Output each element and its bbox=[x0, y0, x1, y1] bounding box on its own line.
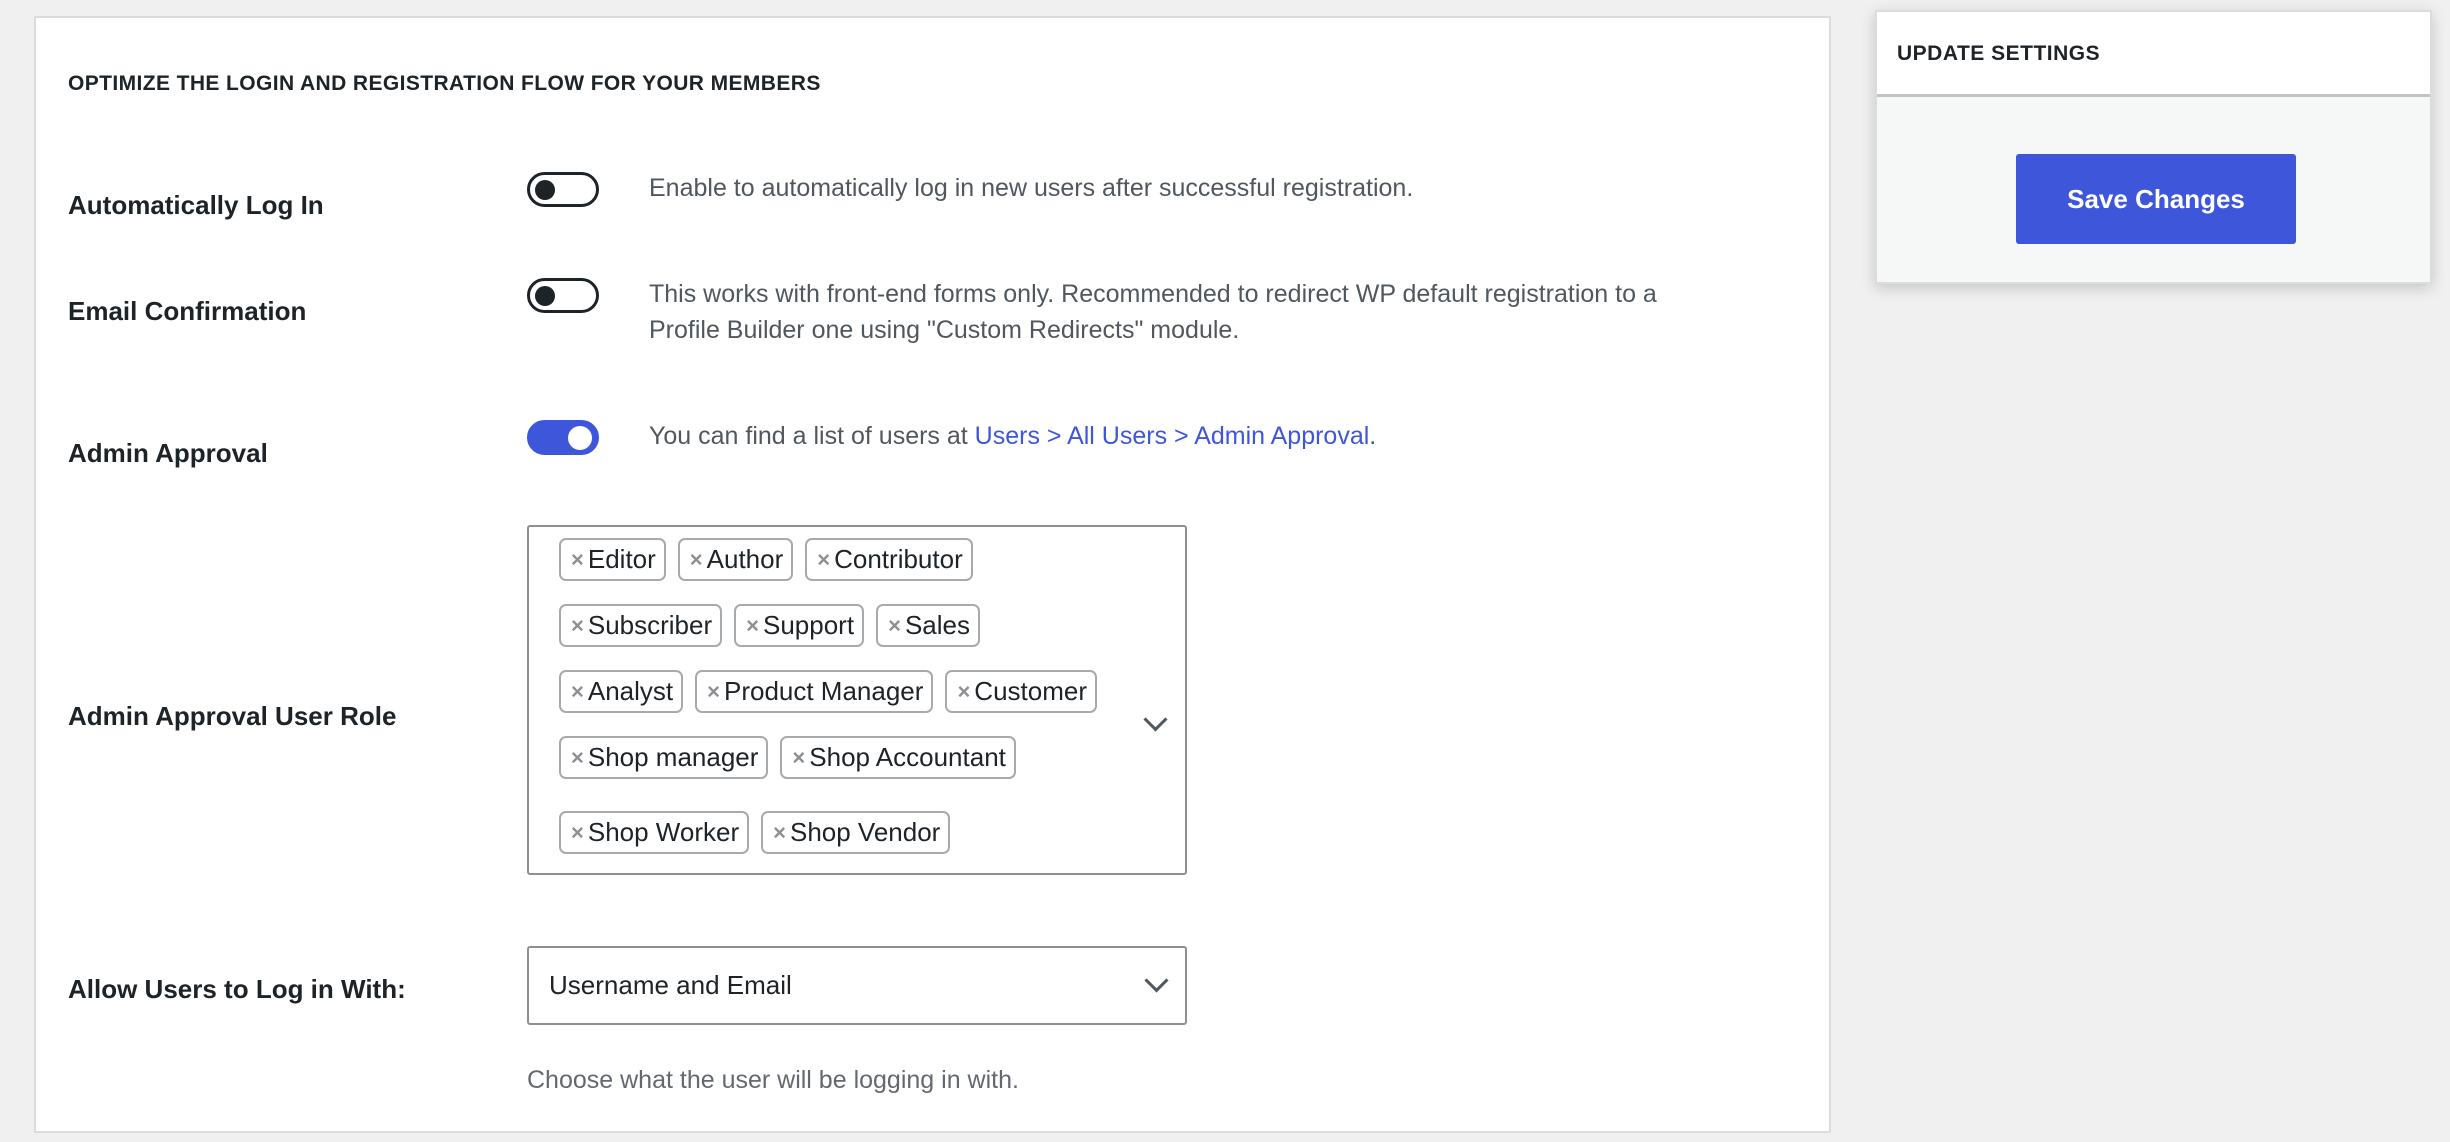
admin-approval-user-role-label: Admin Approval User Role bbox=[68, 701, 397, 731]
remove-icon[interactable]: × bbox=[746, 613, 759, 639]
admin-approval-description-suffix: . bbox=[1369, 422, 1377, 450]
remove-icon[interactable]: × bbox=[571, 820, 584, 846]
auto-login-toggle[interactable] bbox=[527, 172, 599, 207]
tag-label: Support bbox=[763, 610, 855, 640]
admin-approval-description: You can find a list of users at Users > … bbox=[649, 418, 1376, 454]
remove-icon[interactable]: × bbox=[707, 679, 720, 705]
chevron-down-icon[interactable] bbox=[1143, 707, 1168, 732]
admin-approval-users-link[interactable]: Users > All Users > Admin Approval bbox=[975, 422, 1370, 450]
tag-row: × Subscriber × Support × Sales bbox=[559, 604, 980, 647]
remove-icon[interactable]: × bbox=[571, 547, 584, 573]
login-with-selected-value: Username and Email bbox=[549, 970, 792, 1000]
email-confirmation-description-line2: Profile Builder one using "Custom Redire… bbox=[649, 316, 1240, 344]
role-tag-product-manager: × Product Manager bbox=[695, 670, 934, 713]
update-settings-header: UPDATE SETTINGS bbox=[1877, 12, 2430, 97]
update-settings-box: UPDATE SETTINGS Save Changes bbox=[1875, 10, 2432, 284]
remove-icon[interactable]: × bbox=[888, 613, 901, 639]
role-tag-author: × Author bbox=[677, 538, 794, 581]
tag-label: Shop Worker bbox=[587, 817, 740, 847]
role-tag-shop-manager: × Shop manager bbox=[559, 736, 769, 779]
role-tag-customer: × Customer bbox=[945, 670, 1097, 713]
save-changes-button[interactable]: Save Changes bbox=[2016, 154, 2296, 244]
auto-login-label: Automatically Log In bbox=[68, 190, 324, 220]
toggle-knob bbox=[535, 180, 555, 200]
remove-icon[interactable]: × bbox=[817, 547, 830, 573]
remove-icon[interactable]: × bbox=[792, 745, 805, 771]
remove-icon[interactable]: × bbox=[571, 613, 584, 639]
admin-approval-description-prefix: You can find a list of users at bbox=[649, 422, 975, 450]
remove-icon[interactable]: × bbox=[571, 679, 584, 705]
remove-icon[interactable]: × bbox=[690, 547, 703, 573]
tag-label: Analyst bbox=[587, 676, 674, 706]
email-confirmation-toggle[interactable] bbox=[527, 278, 599, 313]
email-confirmation-description: This works with front-end forms only. Re… bbox=[649, 276, 1657, 348]
tag-row: × Editor × Author × Contributor bbox=[559, 538, 973, 581]
role-tag-shop-worker: × Shop Worker bbox=[559, 811, 750, 854]
tag-label: Shop Accountant bbox=[809, 742, 1006, 772]
tag-label: Product Manager bbox=[723, 676, 924, 706]
login-with-select[interactable]: Username and Email bbox=[527, 946, 1187, 1025]
role-tag-subscriber: × Subscriber bbox=[559, 604, 723, 647]
chevron-down-icon bbox=[1144, 968, 1169, 993]
tag-row: × Shop Worker × Shop Vendor bbox=[559, 811, 951, 854]
tag-label: Editor bbox=[587, 544, 656, 574]
settings-card: OPTIMIZE THE LOGIN AND REGISTRATION FLOW… bbox=[34, 16, 1831, 1133]
role-tag-shop-vendor: × Shop Vendor bbox=[761, 811, 951, 854]
remove-icon[interactable]: × bbox=[571, 745, 584, 771]
role-tag-support: × Support bbox=[734, 604, 865, 647]
tag-label: Customer bbox=[974, 676, 1087, 706]
email-confirmation-label: Email Confirmation bbox=[68, 296, 307, 326]
admin-approval-label: Admin Approval bbox=[68, 438, 268, 468]
user-role-multiselect[interactable]: × Editor × Author × Contributor × Subscriber… bbox=[527, 525, 1187, 875]
remove-icon[interactable]: × bbox=[957, 679, 970, 705]
role-tag-shop-accountant: × Shop Accountant bbox=[780, 736, 1016, 779]
tag-label: Shop manager bbox=[587, 742, 759, 772]
auto-login-description: Enable to automatically log in new users… bbox=[649, 174, 1414, 202]
role-tag-sales: × Sales bbox=[876, 604, 980, 647]
section-title: OPTIMIZE THE LOGIN AND REGISTRATION FLOW… bbox=[68, 72, 821, 95]
remove-icon[interactable]: × bbox=[773, 820, 786, 846]
login-with-helper-text: Choose what the user will be logging in … bbox=[527, 1066, 1019, 1094]
toggle-knob bbox=[535, 286, 555, 306]
update-settings-title: UPDATE SETTINGS bbox=[1897, 42, 2101, 65]
email-confirmation-description-line1: This works with front-end forms only. Re… bbox=[649, 280, 1657, 308]
tag-label: Subscriber bbox=[587, 610, 713, 640]
tag-label: Contributor bbox=[834, 544, 963, 574]
role-tag-editor: × Editor bbox=[559, 538, 666, 581]
toggle-knob bbox=[568, 426, 592, 450]
role-tag-analyst: × Analyst bbox=[559, 670, 684, 713]
tag-row: × Analyst × Product Manager × Customer bbox=[559, 670, 1097, 713]
tag-label: Sales bbox=[904, 610, 970, 640]
tag-row: × Shop manager × Shop Accountant bbox=[559, 736, 1016, 779]
tag-label: Shop Vendor bbox=[789, 817, 941, 847]
login-with-label: Allow Users to Log in With: bbox=[68, 974, 406, 1004]
admin-approval-toggle[interactable] bbox=[527, 420, 599, 455]
role-tag-contributor: × Contributor bbox=[805, 538, 973, 581]
tag-label: Author bbox=[706, 544, 784, 574]
